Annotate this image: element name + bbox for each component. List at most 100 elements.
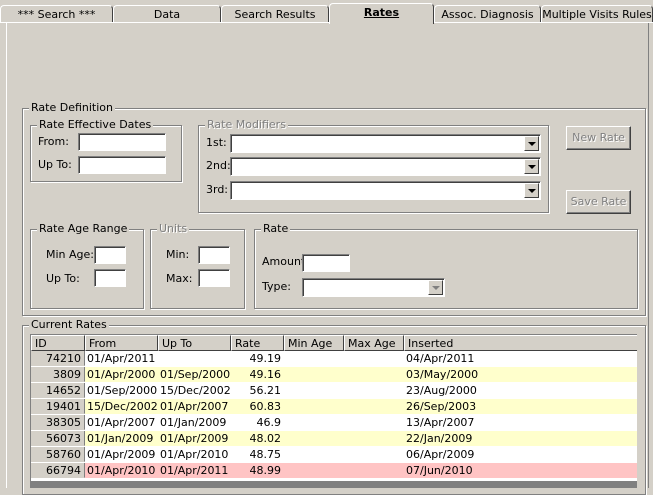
modifier-3rd-label: 3rd: — [206, 183, 229, 196]
cell-min-age — [284, 399, 344, 414]
cell-min-age — [284, 367, 344, 382]
rate-type-value — [303, 279, 305, 294]
cell-upto: 01/Sep/2000 — [158, 367, 231, 382]
cell-max-age — [344, 447, 404, 462]
cell-id: 19401 — [31, 399, 85, 414]
cell-inserted: 04/Apr/2011 — [404, 351, 637, 366]
units-max-input[interactable] — [198, 269, 230, 287]
units-title: Units — [157, 222, 190, 235]
effective-upto-input[interactable] — [78, 156, 166, 174]
cell-from: 01/Jan/2009 — [85, 431, 158, 446]
column-header-from[interactable]: From — [85, 335, 158, 351]
age-upto-input[interactable] — [94, 269, 126, 287]
upto-label: Up To: — [38, 158, 72, 171]
modifier-2nd-value — [231, 158, 233, 173]
tab-rates[interactable]: Rates — [329, 3, 434, 24]
table-row[interactable]: 58760 01/Apr/2009 01/Apr/2010 48.75 06/Apr/2… — [31, 447, 637, 462]
modifier-2nd-select[interactable] — [230, 157, 541, 176]
tab-strip-edge — [0, 22, 653, 23]
table-row[interactable]: 19401 15/Dec/2002 01/Apr/2007 60.83 26/Sep/2… — [31, 399, 637, 414]
column-header-upto[interactable]: Up To — [158, 335, 231, 351]
cell-max-age — [344, 351, 404, 366]
table-row[interactable]: 3809 01/Apr/2000 01/Sep/2000 49.16 03/May/20… — [31, 367, 637, 382]
cell-inserted: 03/May/2000 — [404, 367, 637, 382]
grid-header: ID From Up To Rate Min Age Max Age Inser… — [31, 335, 637, 351]
age-upto-label: Up To: — [46, 272, 80, 285]
column-header-rate[interactable]: Rate — [231, 335, 284, 351]
effective-from-input[interactable] — [78, 133, 166, 151]
table-row[interactable]: 56073 01/Jan/2009 01/Apr/2009 48.02 22/Jan/2… — [31, 431, 637, 446]
modifier-1st-select[interactable] — [230, 134, 541, 153]
from-label: From: — [38, 135, 69, 148]
modifier-3rd-select[interactable] — [230, 181, 541, 200]
cell-id: 56073 — [31, 431, 85, 446]
rate-age-range-group: Rate Age Range — [30, 223, 144, 309]
cell-inserted: 26/Sep/2003 — [404, 399, 637, 414]
table-row[interactable]: 74210 01/Apr/2011 49.19 04/Apr/2011 — [31, 351, 637, 366]
cell-upto: 01/Apr/2007 — [158, 399, 231, 414]
tab-panel-left-edge — [6, 23, 7, 488]
current-rates-grid[interactable]: ID From Up To Rate Min Age Max Age Inser… — [30, 334, 637, 488]
cell-from: 01/Sep/2000 — [85, 383, 158, 398]
modifier-3rd-value — [231, 182, 233, 197]
tab-multiple-visits-rules-label: Multiple Visits Rules — [542, 8, 652, 21]
table-row[interactable]: 14652 01/Sep/2000 15/Dec/2002 56.21 23/Aug/2… — [31, 383, 637, 398]
units-min-input[interactable] — [198, 246, 230, 264]
tab-assoc-diagnosis-label: Assoc. Diagnosis — [441, 8, 534, 21]
min-age-input[interactable] — [94, 246, 126, 264]
cell-upto — [158, 351, 231, 366]
cell-from: 01/Apr/2007 — [85, 415, 158, 430]
cell-min-age — [284, 447, 344, 462]
cell-upto: 01/Apr/2010 — [158, 447, 231, 462]
units-max-label: Max: — [166, 272, 193, 285]
cell-min-age — [284, 415, 344, 430]
cell-min-age — [284, 431, 344, 446]
rate-effective-dates-title: Rate Effective Dates — [37, 118, 154, 131]
cell-max-age — [344, 367, 404, 382]
tab-search[interactable]: *** Search *** — [0, 5, 113, 22]
cell-id: 74210 — [31, 351, 85, 366]
rate-type-select[interactable] — [302, 278, 445, 297]
cell-id: 58760 — [31, 447, 85, 462]
amount-input[interactable] — [302, 254, 350, 272]
column-header-inserted[interactable]: Inserted — [404, 335, 637, 351]
chevron-down-icon[interactable] — [524, 159, 539, 174]
cell-id: 3809 — [31, 367, 85, 382]
cell-upto: 15/Dec/2002 — [158, 383, 231, 398]
column-header-max-age[interactable]: Max Age — [344, 335, 404, 351]
cell-rate: 60.83 — [231, 399, 284, 414]
save-rate-button[interactable]: Save Rate — [566, 190, 631, 214]
cell-from: 01/Apr/2000 — [85, 367, 158, 382]
cell-rate: 49.16 — [231, 367, 284, 382]
chevron-down-icon[interactable] — [524, 136, 539, 151]
table-row[interactable]: 66794 01/Apr/2010 01/Apr/2011 48.99 07/Jun/2… — [31, 463, 637, 478]
column-header-id[interactable]: ID — [31, 335, 85, 351]
tab-search-results-label: Search Results — [234, 8, 316, 21]
cell-max-age — [344, 431, 404, 446]
cell-min-age — [284, 463, 344, 478]
tab-panel-right-edge — [648, 23, 649, 488]
cell-from: 01/Apr/2010 — [85, 463, 158, 478]
type-label: Type: — [262, 280, 291, 293]
chevron-down-icon[interactable] — [428, 280, 443, 295]
cell-max-age — [344, 415, 404, 430]
cell-rate: 49.19 — [231, 351, 284, 366]
rate-age-range-title: Rate Age Range — [37, 222, 130, 235]
table-row[interactable]: 38305 01/Apr/2007 01/Jan/2009 46.9 13/Apr/20… — [31, 415, 637, 430]
rate-title: Rate — [261, 222, 291, 235]
tab-assoc-diagnosis[interactable]: Assoc. Diagnosis — [434, 5, 541, 22]
new-rate-button[interactable]: New Rate — [566, 126, 631, 150]
tab-data[interactable]: Data — [113, 5, 221, 22]
min-age-label: Min Age: — [46, 248, 94, 261]
tab-search-results[interactable]: Search Results — [221, 5, 329, 22]
cell-inserted: 13/Apr/2007 — [404, 415, 637, 430]
tab-multiple-visits-rules[interactable]: Multiple Visits Rules — [541, 5, 653, 22]
chevron-down-icon[interactable] — [524, 183, 539, 198]
column-header-min-age[interactable]: Min Age — [284, 335, 344, 351]
cell-from: 01/Apr/2009 — [85, 447, 158, 462]
cell-from: 01/Apr/2011 — [85, 351, 158, 366]
tab-data-label: Data — [153, 8, 181, 21]
cell-rate: 48.99 — [231, 463, 284, 478]
cell-upto: 01/Apr/2009 — [158, 431, 231, 446]
cell-min-age — [284, 383, 344, 398]
